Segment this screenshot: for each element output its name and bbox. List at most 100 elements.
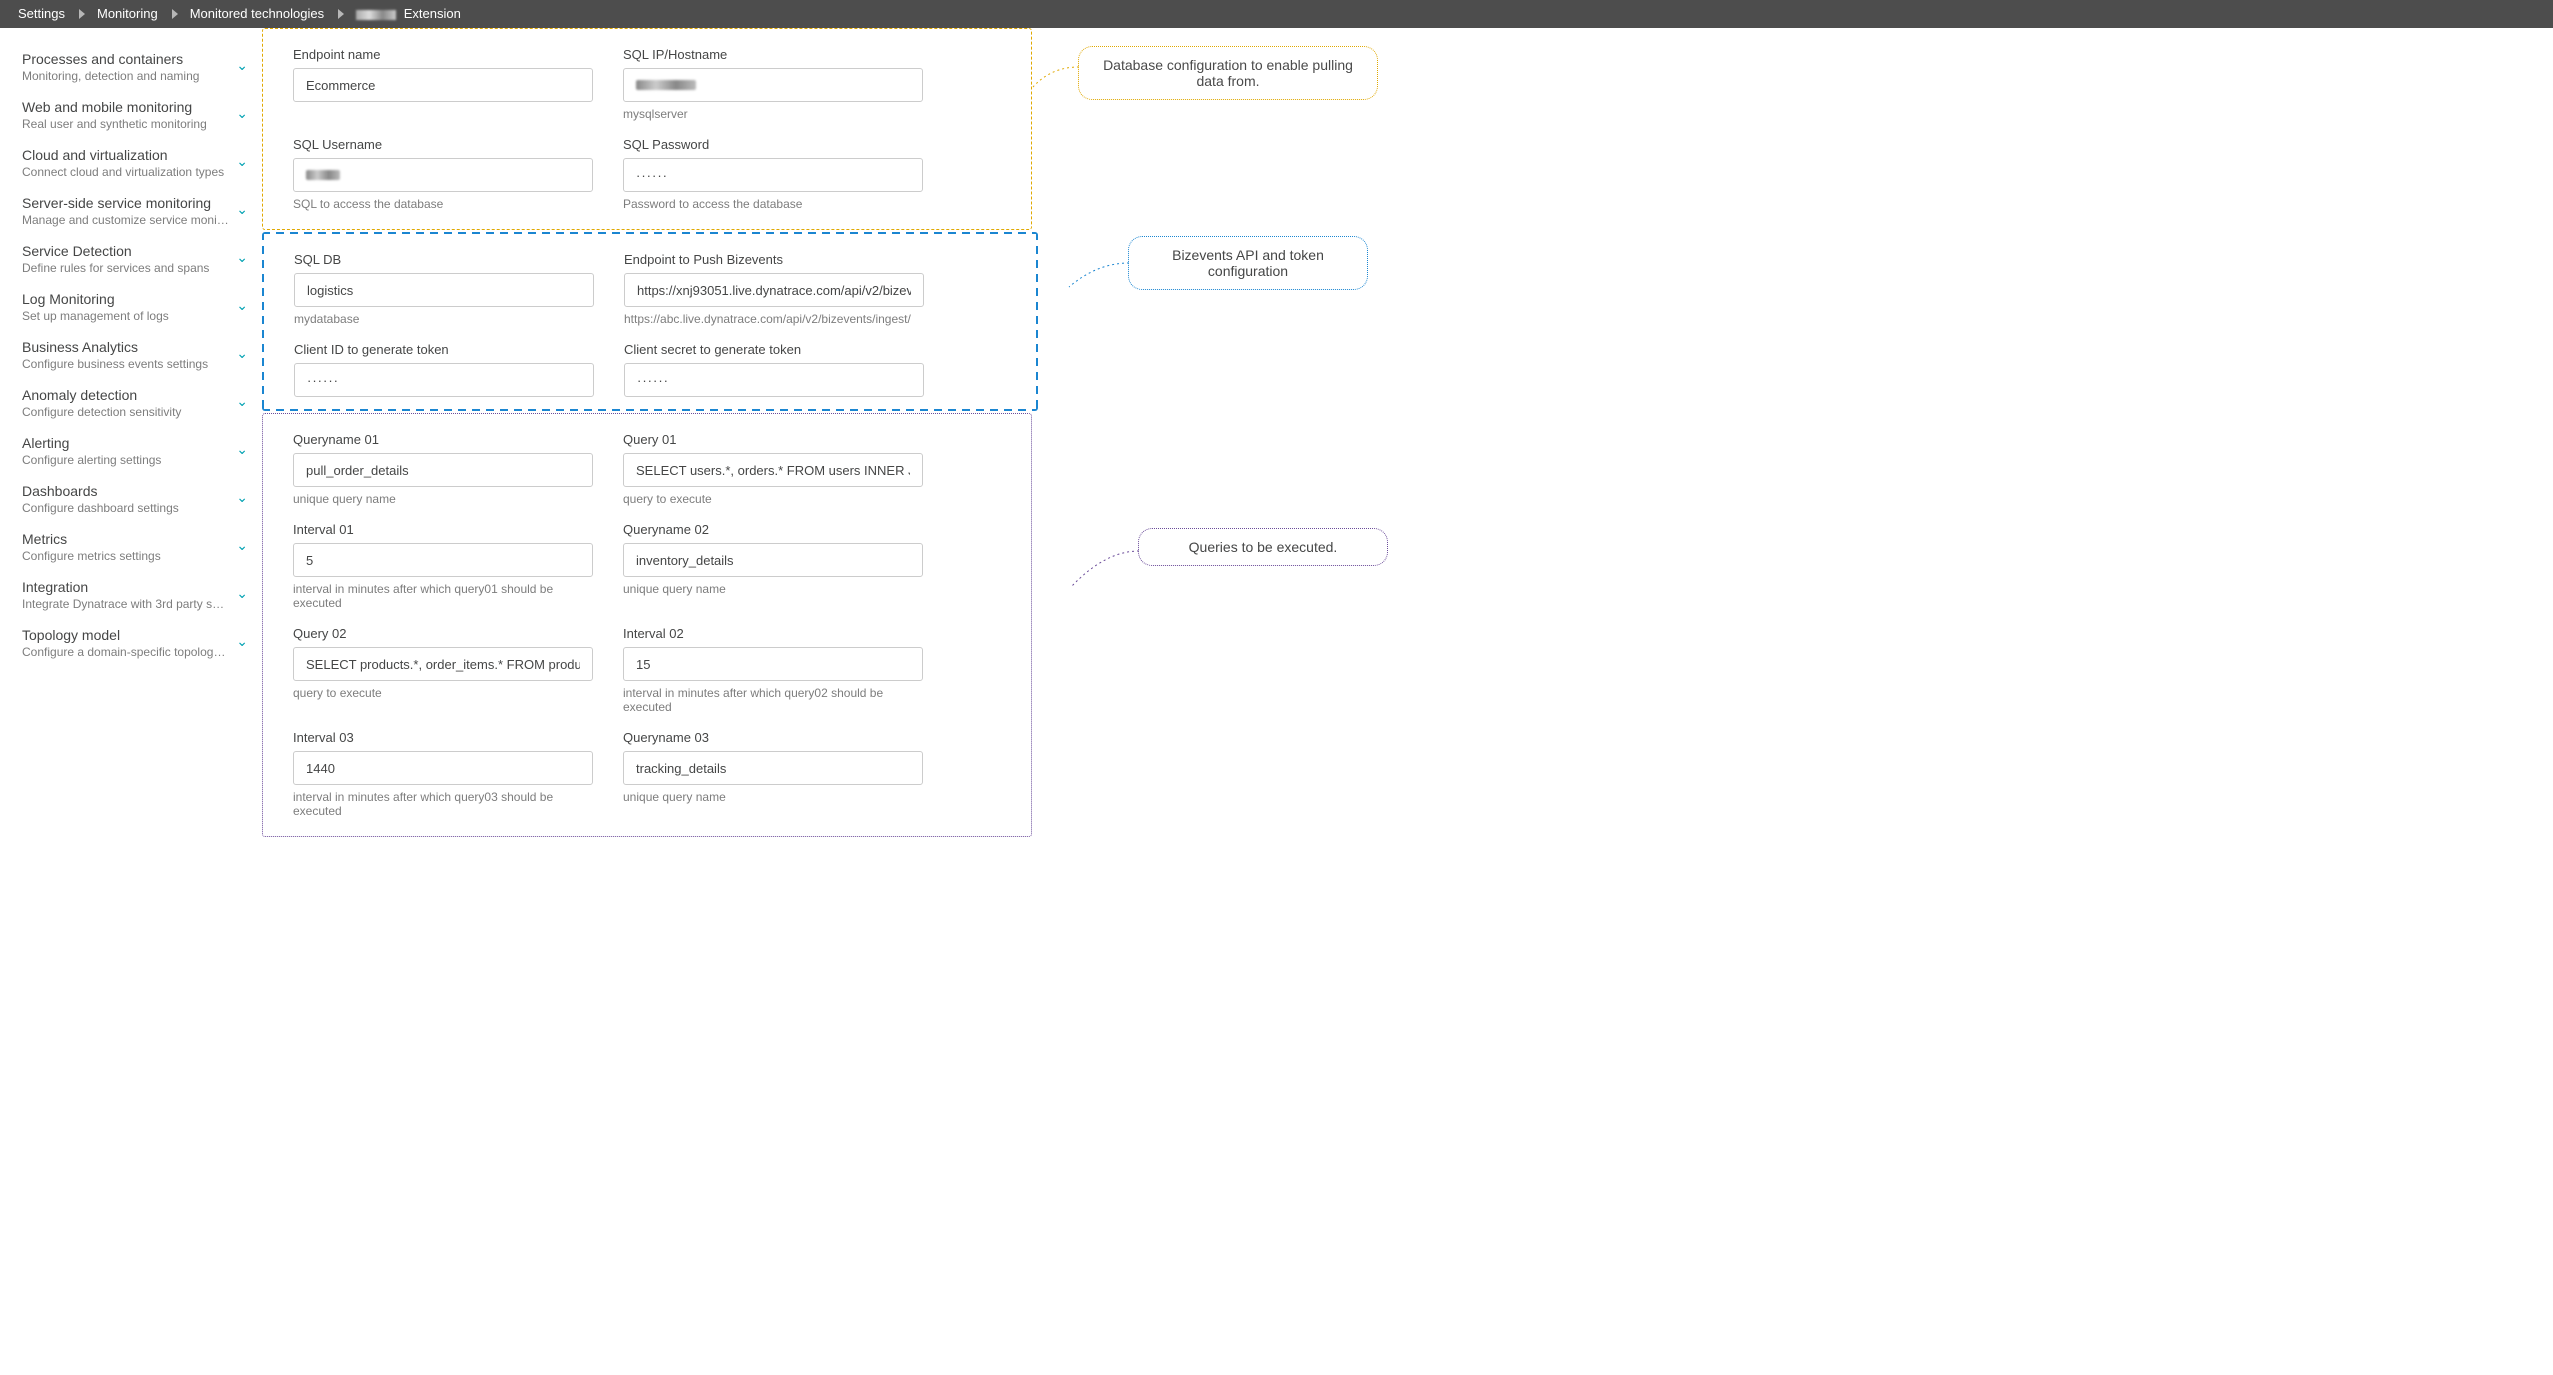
help-interval-03: interval in minutes after which query03 … bbox=[293, 790, 593, 818]
breadcrumb-monitoring[interactable]: Monitoring bbox=[83, 0, 176, 28]
sidebar-item-title: Alerting bbox=[22, 435, 230, 451]
callout-queries-text: Queries to be executed. bbox=[1189, 539, 1338, 555]
breadcrumb-monitored-technologies[interactable]: Monitored technologies bbox=[176, 0, 342, 28]
label-queryname-03: Queryname 03 bbox=[623, 730, 923, 745]
input-sql-user[interactable] bbox=[293, 158, 593, 192]
help-sql-host: mysqlserver bbox=[623, 107, 923, 121]
chevron-down-icon: ⌄ bbox=[236, 345, 248, 362]
input-queryname-02[interactable] bbox=[623, 543, 923, 577]
input-interval-03[interactable] bbox=[293, 751, 593, 785]
sidebar-item-topology[interactable]: Topology model Configure a domain-specif… bbox=[0, 619, 258, 667]
help-queryname-03: unique query name bbox=[623, 790, 923, 804]
redacted-host-icon bbox=[636, 80, 696, 90]
sidebar-item-server-side[interactable]: Server-side service monitoring Manage an… bbox=[0, 187, 258, 235]
breadcrumb-leaf: Extension bbox=[342, 0, 479, 28]
input-bizevents-endpoint[interactable] bbox=[624, 273, 924, 307]
sidebar-item-title: Server-side service monitoring bbox=[22, 195, 230, 211]
chevron-down-icon: ⌄ bbox=[236, 441, 248, 458]
sidebar-item-sub: Connect cloud and virtualization types bbox=[22, 165, 230, 179]
input-endpoint-name[interactable] bbox=[293, 68, 593, 102]
label-bizevents-endpoint: Endpoint to Push Bizevents bbox=[624, 252, 924, 267]
sidebar-item-title: Integration bbox=[22, 579, 230, 595]
chevron-down-icon: ⌄ bbox=[236, 585, 248, 602]
label-interval-01: Interval 01 bbox=[293, 522, 593, 537]
sidebar-item-sub: Configure a domain-specific topology mo… bbox=[22, 645, 230, 659]
redacted-user-icon bbox=[306, 170, 340, 180]
sidebar-item-title: Anomaly detection bbox=[22, 387, 230, 403]
chevron-down-icon: ⌄ bbox=[236, 633, 248, 650]
sidebar-item-business-analytics[interactable]: Business Analytics Configure business ev… bbox=[0, 331, 258, 379]
callout-tail-icon bbox=[1031, 55, 1081, 95]
chevron-down-icon: ⌄ bbox=[236, 57, 248, 74]
callout-database-text: Database configuration to enable pulling… bbox=[1103, 57, 1353, 89]
sidebar-item-sub: Manage and customize service monitoring bbox=[22, 213, 230, 227]
help-sql-db: mydatabase bbox=[294, 312, 594, 326]
input-interval-02[interactable] bbox=[623, 647, 923, 681]
sidebar-item-alerting[interactable]: Alerting Configure alerting settings ⌄ bbox=[0, 427, 258, 475]
sidebar-item-sub: Configure metrics settings bbox=[22, 549, 230, 563]
sidebar-item-metrics[interactable]: Metrics Configure metrics settings ⌄ bbox=[0, 523, 258, 571]
chevron-down-icon: ⌄ bbox=[236, 153, 248, 170]
label-interval-03: Interval 03 bbox=[293, 730, 593, 745]
input-client-id[interactable] bbox=[294, 363, 594, 397]
sidebar-item-processes[interactable]: Processes and containers Monitoring, det… bbox=[0, 43, 258, 91]
label-sql-user: SQL Username bbox=[293, 137, 593, 152]
label-query-01: Query 01 bbox=[623, 432, 923, 447]
zone-database-config: Endpoint name SQL IP/Hostname mysqlserve… bbox=[262, 28, 1032, 230]
chevron-down-icon: ⌄ bbox=[236, 297, 248, 314]
input-client-secret[interactable] bbox=[624, 363, 924, 397]
sidebar-item-log-monitoring[interactable]: Log Monitoring Set up management of logs… bbox=[0, 283, 258, 331]
input-sql-pass[interactable] bbox=[623, 158, 923, 192]
input-queryname-03[interactable] bbox=[623, 751, 923, 785]
sidebar-item-title: Metrics bbox=[22, 531, 230, 547]
callout-api-text: Bizevents API and token configuration bbox=[1172, 247, 1324, 279]
sidebar-item-integration[interactable]: Integration Integrate Dynatrace with 3rd… bbox=[0, 571, 258, 619]
help-sql-pass: Password to access the database bbox=[623, 197, 923, 211]
sidebar-item-title: Business Analytics bbox=[22, 339, 230, 355]
sidebar-item-sub: Monitoring, detection and naming bbox=[22, 69, 230, 83]
callout-database: Database configuration to enable pulling… bbox=[1078, 46, 1378, 100]
input-sql-host[interactable] bbox=[623, 68, 923, 102]
chevron-down-icon: ⌄ bbox=[236, 537, 248, 554]
sidebar-item-service-detection[interactable]: Service Detection Define rules for servi… bbox=[0, 235, 258, 283]
input-interval-01[interactable] bbox=[293, 543, 593, 577]
sidebar-item-sub: Configure detection sensitivity bbox=[22, 405, 230, 419]
label-client-secret: Client secret to generate token bbox=[624, 342, 924, 357]
sidebar-item-title: Web and mobile monitoring bbox=[22, 99, 230, 115]
breadcrumb-leaf-label: Extension bbox=[404, 6, 461, 21]
chevron-down-icon: ⌄ bbox=[236, 393, 248, 410]
sidebar-item-title: Dashboards bbox=[22, 483, 230, 499]
extension-logo-icon bbox=[356, 10, 396, 20]
help-sql-user: SQL to access the database bbox=[293, 197, 593, 211]
label-interval-02: Interval 02 bbox=[623, 626, 923, 641]
input-query-02[interactable] bbox=[293, 647, 593, 681]
input-query-01[interactable] bbox=[623, 453, 923, 487]
settings-sidebar: Processes and containers Monitoring, det… bbox=[0, 28, 258, 869]
form-content: Endpoint name SQL IP/Hostname mysqlserve… bbox=[258, 28, 2553, 869]
chevron-down-icon: ⌄ bbox=[236, 105, 248, 122]
sidebar-item-title: Processes and containers bbox=[22, 51, 230, 67]
sidebar-item-dashboards[interactable]: Dashboards Configure dashboard settings … bbox=[0, 475, 258, 523]
sidebar-item-sub: Define rules for services and spans bbox=[22, 261, 230, 275]
breadcrumb-bar: Settings Monitoring Monitored technologi… bbox=[0, 0, 2553, 28]
sidebar-item-sub: Real user and synthetic monitoring bbox=[22, 117, 230, 131]
zone-queries: Queryname 01 unique query name Query 01 … bbox=[262, 413, 1032, 837]
sidebar-item-cloud[interactable]: Cloud and virtualization Connect cloud a… bbox=[0, 139, 258, 187]
chevron-down-icon: ⌄ bbox=[236, 489, 248, 506]
sidebar-item-sub: Set up management of logs bbox=[22, 309, 230, 323]
callout-tail-icon bbox=[1069, 547, 1141, 591]
input-sql-db[interactable] bbox=[294, 273, 594, 307]
label-client-id: Client ID to generate token bbox=[294, 342, 594, 357]
input-queryname-01[interactable] bbox=[293, 453, 593, 487]
label-sql-db: SQL DB bbox=[294, 252, 594, 267]
label-sql-pass: SQL Password bbox=[623, 137, 923, 152]
sidebar-item-sub: Integrate Dynatrace with 3rd party syste… bbox=[22, 597, 230, 611]
label-sql-host: SQL IP/Hostname bbox=[623, 47, 923, 62]
sidebar-item-web-mobile[interactable]: Web and mobile monitoring Real user and … bbox=[0, 91, 258, 139]
sidebar-item-sub: Configure alerting settings bbox=[22, 453, 230, 467]
breadcrumb-settings[interactable]: Settings bbox=[4, 0, 83, 28]
help-bizevents-endpoint: https://abc.live.dynatrace.com/api/v2/bi… bbox=[624, 312, 924, 326]
sidebar-item-anomaly-detection[interactable]: Anomaly detection Configure detection se… bbox=[0, 379, 258, 427]
help-interval-01: interval in minutes after which query01 … bbox=[293, 582, 593, 610]
callout-queries: Queries to be executed. bbox=[1138, 528, 1388, 566]
